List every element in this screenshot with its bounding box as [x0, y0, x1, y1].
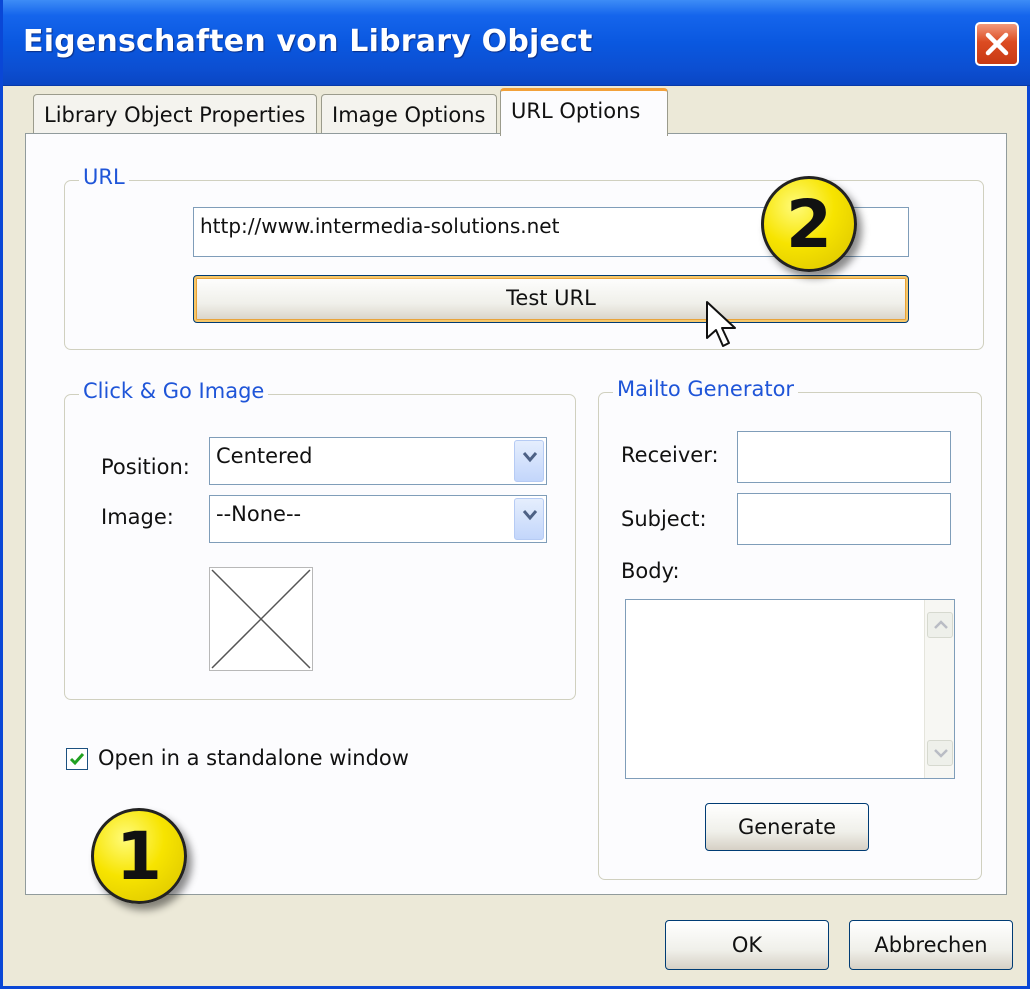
test-url-label: Test URL	[506, 286, 596, 310]
properties-dialog: Eigenschaften von Library Object Library…	[0, 0, 1030, 989]
cancel-label: Abbrechen	[874, 933, 988, 957]
checkmark-icon	[69, 753, 85, 766]
tab-label: URL Options	[511, 99, 641, 123]
title-bar[interactable]: Eigenschaften von Library Object	[3, 0, 1030, 86]
image-label: Image:	[101, 505, 174, 529]
step-1-badge: 1	[91, 808, 187, 904]
subject-input[interactable]	[737, 493, 951, 545]
window-title: Eigenschaften von Library Object	[23, 24, 593, 59]
chevron-down-icon	[522, 452, 538, 463]
position-dropdown-button[interactable]	[514, 440, 544, 482]
subject-label: Subject:	[621, 507, 707, 531]
standalone-window-checkbox[interactable]	[66, 748, 88, 770]
image-dropdown-button[interactable]	[514, 498, 544, 540]
tab-label: Library Object Properties	[44, 103, 306, 127]
url-input-value: http://www.intermedia-solutions.net	[200, 214, 560, 238]
mouse-pointer-icon	[706, 301, 736, 347]
position-value: Centered	[216, 444, 313, 468]
cancel-button[interactable]: Abbrechen	[849, 920, 1013, 970]
generate-button[interactable]: Generate	[705, 803, 869, 851]
position-label: Position:	[101, 455, 190, 479]
url-options-panel: URL http://www.intermedia-solutions.net …	[25, 133, 1007, 895]
image-preview	[209, 567, 313, 671]
step-2-number: 2	[786, 186, 832, 263]
ok-label: OK	[731, 933, 763, 957]
generate-label: Generate	[737, 815, 837, 839]
mailto-generator-group: Mailto Generator Receiver: Subject: Body…	[598, 377, 982, 880]
test-url-button[interactable]: Test URL	[193, 275, 909, 323]
image-select[interactable]: --None--	[209, 495, 547, 543]
body-label: Body:	[621, 559, 680, 583]
image-placeholder-icon	[211, 569, 311, 669]
ok-button[interactable]: OK	[665, 920, 829, 970]
url-group-title: URL	[79, 165, 129, 189]
click-go-image-group: Click & Go Image Position: Centered Imag…	[64, 379, 576, 700]
close-icon	[985, 32, 1009, 56]
receiver-input[interactable]	[737, 431, 951, 483]
tab-library-object-properties[interactable]: Library Object Properties	[33, 94, 317, 134]
tab-label: Image Options	[332, 103, 486, 127]
position-select[interactable]: Centered	[209, 437, 547, 485]
scroll-up-icon	[934, 620, 948, 629]
body-textarea[interactable]	[625, 599, 955, 779]
scroll-up-button[interactable]	[927, 612, 953, 638]
click-go-image-title: Click & Go Image	[79, 379, 269, 403]
tab-url-options[interactable]: URL Options	[500, 88, 668, 136]
tab-image-options[interactable]: Image Options	[321, 94, 497, 134]
mailto-generator-title: Mailto Generator	[613, 377, 799, 401]
receiver-label: Receiver:	[621, 443, 719, 467]
scroll-down-button[interactable]	[927, 740, 953, 766]
step-2-badge: 2	[761, 176, 857, 272]
close-button[interactable]	[975, 22, 1019, 66]
body-scrollbar[interactable]	[924, 600, 954, 778]
step-1-number: 1	[116, 818, 162, 895]
image-value: --None--	[216, 502, 302, 526]
chevron-down-icon	[522, 510, 538, 521]
standalone-window-label[interactable]: Open in a standalone window	[98, 746, 409, 770]
scroll-down-icon	[934, 749, 948, 758]
